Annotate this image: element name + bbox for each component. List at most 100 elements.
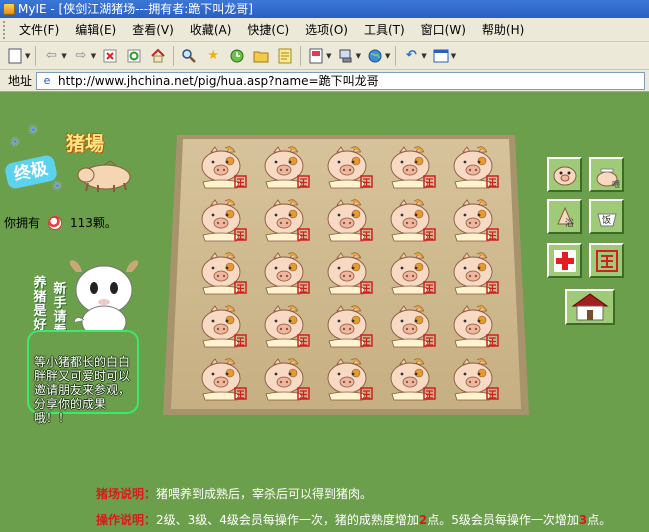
pig-cell[interactable] [260, 305, 310, 349]
menu-view[interactable]: 查看(V) [124, 19, 182, 41]
pig-cell[interactable] [386, 358, 436, 402]
toolbar: ▼ ⇦ ▼ ⇨ ▼ ★ ▼ ▼ ▼ ↶ ▼ ▼ [0, 42, 649, 70]
window-icon[interactable] [432, 47, 450, 65]
menu-grip[interactable] [3, 20, 7, 39]
page-icon[interactable] [307, 47, 325, 65]
notes-icon[interactable] [276, 47, 294, 65]
chevron-down-icon[interactable]: ▼ [326, 52, 331, 60]
home-pigsty-button[interactable] [565, 289, 615, 325]
search-icon[interactable] [180, 47, 198, 65]
pigsty-house-icon [571, 293, 609, 321]
chevron-down-icon[interactable]: ▼ [91, 52, 96, 60]
pig-icon [390, 252, 436, 295]
pig-cell[interactable] [197, 252, 247, 296]
bath-action[interactable]: 浴 [547, 199, 582, 234]
pig-cell[interactable] [323, 305, 373, 349]
folder-icon[interactable] [252, 47, 270, 65]
chevron-down-icon[interactable]: ▼ [421, 52, 426, 60]
logo-title: 猪場 [66, 133, 105, 155]
chevron-down-icon[interactable]: ▼ [25, 52, 30, 60]
globe-icon[interactable] [366, 47, 384, 65]
pig-cell[interactable] [449, 199, 499, 243]
sparkle-icon: ✳ [10, 135, 21, 149]
farm-note-label: 猪场说明： [96, 487, 157, 501]
menu-help[interactable]: 帮助(H) [474, 19, 532, 41]
pig-cell[interactable] [323, 146, 373, 190]
pig-icon [390, 146, 436, 189]
chevron-down-icon[interactable]: ▼ [61, 52, 66, 60]
menu-file[interactable]: 文件(F) [11, 19, 67, 41]
chevron-down-icon[interactable]: ▼ [451, 52, 456, 60]
window-title-bar[interactable]: MyIE - [侠剑江湖猪场---拥有者:跪下叫龙哥] [0, 0, 649, 18]
pig-icon [453, 305, 499, 348]
pig-icon [264, 252, 310, 295]
chevron-down-icon[interactable]: ▼ [385, 52, 390, 60]
feed-icon: 喂 [596, 168, 620, 189]
pig-cell[interactable] [386, 252, 436, 296]
address-input[interactable]: e http://www.jhchina.net/pig/hua.asp?nam… [36, 71, 645, 90]
history-icon[interactable] [228, 47, 246, 65]
toolbar-separator [35, 45, 37, 66]
menu-window[interactable]: 窗口(W) [413, 19, 474, 41]
pig-cell[interactable] [197, 358, 247, 402]
menu-bar: 文件(F) 编辑(E) 查看(V) 收藏(A) 快捷(C) 选项(O) 工具(T… [0, 18, 649, 42]
medic-action[interactable] [547, 243, 582, 278]
menu-edit[interactable]: 编辑(E) [67, 19, 124, 41]
toolbar-separator [173, 45, 175, 66]
pig-face-icon [553, 166, 576, 185]
toolbar-separator [395, 45, 397, 66]
pig-cell[interactable] [449, 146, 499, 190]
farm-note: 猪场说明：猪喂养到成熟后，宰杀后可以得到猪肉。 [96, 485, 372, 502]
operation-note-text-c: 点。 [587, 513, 612, 527]
menu-shortcuts[interactable]: 快捷(C) [239, 19, 297, 41]
pig-cell[interactable] [323, 358, 373, 402]
pig-face-action[interactable] [547, 157, 582, 192]
stamp-action[interactable] [589, 243, 624, 278]
pig-cell[interactable] [260, 252, 310, 296]
address-label: 地址 [8, 74, 33, 88]
stamp-icon [595, 249, 618, 272]
operation-note-label: 操作说明： [96, 513, 157, 527]
pig-icon [453, 252, 499, 295]
home-icon[interactable] [149, 47, 167, 65]
pig-cell[interactable] [386, 305, 436, 349]
mascot-sheep-icon [69, 260, 139, 339]
pig-cell[interactable] [260, 146, 310, 190]
toolbar-separator [300, 45, 302, 66]
new-page-icon[interactable] [6, 47, 24, 65]
forward-icon[interactable]: ⇨ [72, 47, 90, 65]
pig-cell[interactable] [260, 358, 310, 402]
pig-cell[interactable] [449, 305, 499, 349]
pig-cell[interactable] [323, 252, 373, 296]
pig-cell[interactable] [197, 305, 247, 349]
pig-cell[interactable] [197, 199, 247, 243]
menu-tools[interactable]: 工具(T) [356, 19, 413, 41]
pig-icon [390, 199, 436, 242]
pig-cell[interactable] [386, 199, 436, 243]
pig-cell[interactable] [449, 358, 499, 402]
back-icon[interactable]: ⇦ [42, 47, 60, 65]
menu-favorites[interactable]: 收藏(A) [182, 19, 240, 41]
pig-icon [264, 146, 310, 189]
feed-action[interactable]: 喂 [589, 157, 624, 192]
menu-options[interactable]: 选项(O) [297, 19, 356, 41]
operation-note: 操作说明：2级、3级、4级会员每操作一次，猪的成熟度增加2点。5级会员每操作一次… [96, 511, 611, 528]
refresh-icon[interactable] [125, 47, 143, 65]
pig-cell[interactable] [323, 199, 373, 243]
pig-icon [201, 146, 247, 189]
svg-text:饭: 饭 [602, 214, 611, 226]
pig-cell[interactable] [197, 146, 247, 190]
chevron-down-icon[interactable]: ▼ [356, 52, 361, 60]
pig-cell[interactable] [386, 146, 436, 190]
pig-cell[interactable] [260, 199, 310, 243]
undo-icon[interactable]: ↶ [402, 47, 420, 65]
proxy-icon[interactable] [337, 47, 355, 65]
egg-icon [48, 215, 63, 230]
stop-icon[interactable] [101, 47, 119, 65]
farm-note-text: 猪喂养到成熟后，宰杀后可以得到猪肉。 [156, 487, 373, 501]
food-bowl-action[interactable]: 饭 [589, 199, 624, 234]
favorites-star-icon[interactable]: ★ [204, 47, 222, 65]
pig-cell[interactable] [449, 252, 499, 296]
ie-page-icon: e [43, 73, 51, 87]
pig-icon [264, 358, 310, 401]
